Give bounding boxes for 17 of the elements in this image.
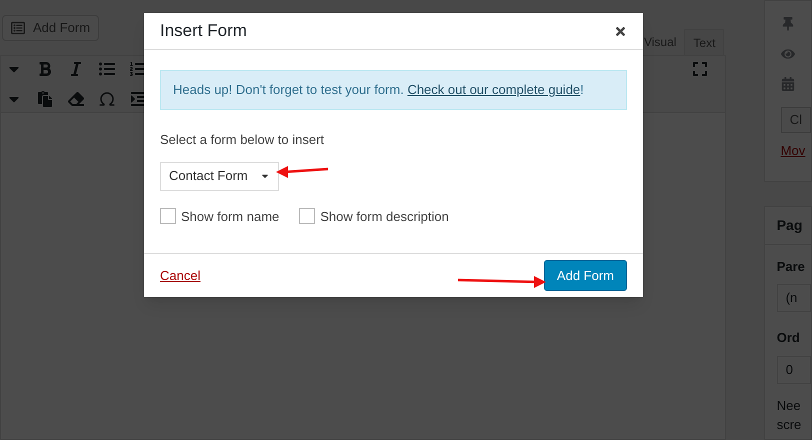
checkbox-label: Show form name <box>181 208 280 226</box>
select-label: Select a form below to insert <box>160 131 326 149</box>
add-form-button[interactable]: Add Form <box>544 260 627 291</box>
order-label: Ord <box>776 329 801 347</box>
checkbox-label: Show form description <box>320 208 449 226</box>
guide-link[interactable]: Check out our complete guide <box>407 82 580 98</box>
notice-text: Heads up! Don't forget to test your form. Check out our complete guide! <box>173 81 584 100</box>
parent-label: Pare <box>776 258 806 276</box>
checkbox[interactable] <box>299 208 316 224</box>
checkbox[interactable] <box>160 208 176 224</box>
dialog-title: Insert Form <box>160 20 247 42</box>
help-text: Nee <box>776 396 802 414</box>
close-icon[interactable] <box>614 24 627 38</box>
help-text: scre <box>776 416 802 434</box>
form-select[interactable]: Contact Form <box>160 162 279 190</box>
cancel-link[interactable]: Cancel <box>160 266 200 286</box>
panel-title: Pag <box>776 216 802 232</box>
